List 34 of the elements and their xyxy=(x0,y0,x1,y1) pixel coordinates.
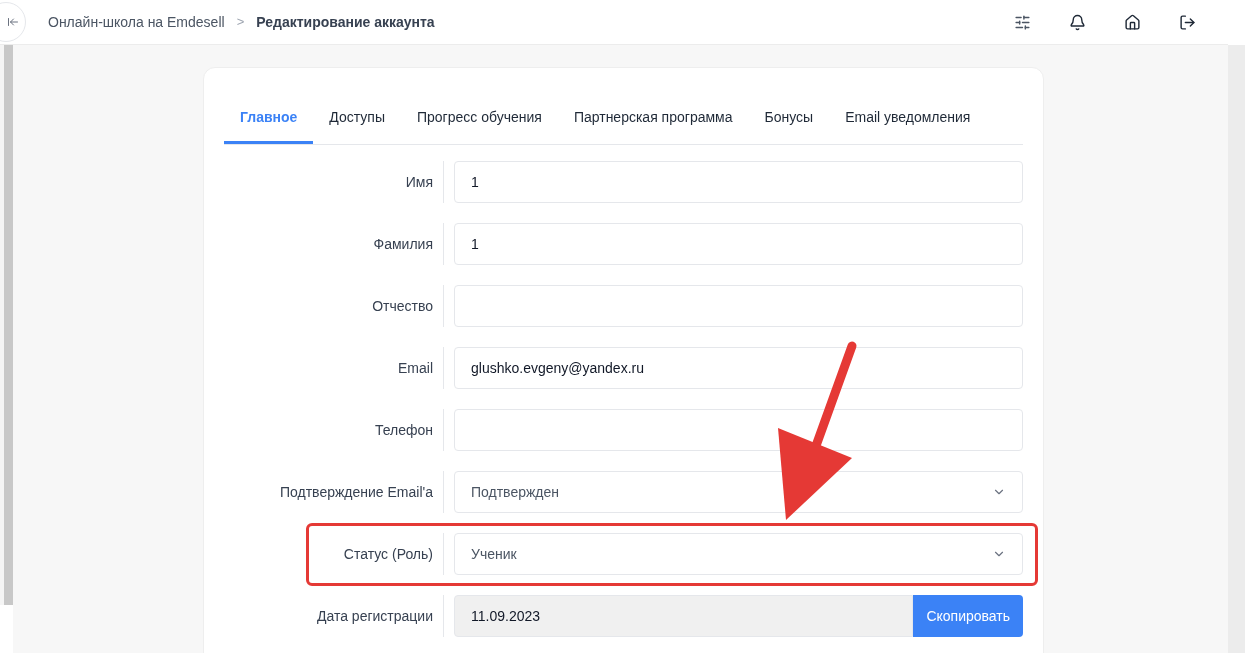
logout-icon[interactable] xyxy=(1179,13,1196,31)
notifications-icon[interactable] xyxy=(1069,13,1086,31)
text-field[interactable]: 1 xyxy=(454,161,1023,203)
tab[interactable]: Партнерская программа xyxy=(557,94,749,144)
collapse-icon xyxy=(7,16,19,28)
field-label: Имя xyxy=(405,172,433,192)
text-field[interactable] xyxy=(454,409,1023,451)
date-field[interactable]: 11.09.2023 xyxy=(454,595,914,637)
tab[interactable]: Доступы xyxy=(313,94,401,144)
tab[interactable]: Бонусы xyxy=(748,94,830,144)
text-field[interactable]: 1 xyxy=(454,223,1023,265)
field-label: Email xyxy=(398,358,433,378)
tab[interactable]: Главное xyxy=(224,94,314,144)
field-label: Подтверждение Email'а xyxy=(280,482,433,502)
field-label: Дата регистрации xyxy=(316,606,433,626)
tab[interactable]: Email уведомления xyxy=(829,94,987,144)
text-field[interactable] xyxy=(454,285,1023,327)
breadcrumb-separator: > xyxy=(236,13,245,32)
field-label: Статус (Роль) xyxy=(343,544,433,564)
copy-button[interactable]: Скопировать xyxy=(913,595,1023,637)
settings-icon[interactable] xyxy=(1014,13,1031,31)
text-field[interactable]: glushko.evgeny@yandex.ru xyxy=(454,347,1023,389)
breadcrumb-link[interactable]: Онлайн-школа на Emdesell xyxy=(48,11,225,33)
tab[interactable]: Прогресс обучения xyxy=(400,94,558,144)
scrollbar-thumb[interactable] xyxy=(4,45,13,605)
house-icon[interactable] xyxy=(1124,13,1141,31)
field-label: Отчество xyxy=(372,296,433,316)
select-field[interactable]: Подтвержден xyxy=(454,471,1023,513)
field-label: Телефон xyxy=(374,420,433,440)
field-label: Фамилия xyxy=(373,234,433,254)
page-title: Редактирование аккаунта xyxy=(256,12,435,32)
select-field[interactable]: Ученик xyxy=(454,533,1023,575)
select-value: Подтвержден xyxy=(471,482,560,502)
select-value: Ученик xyxy=(471,544,517,564)
